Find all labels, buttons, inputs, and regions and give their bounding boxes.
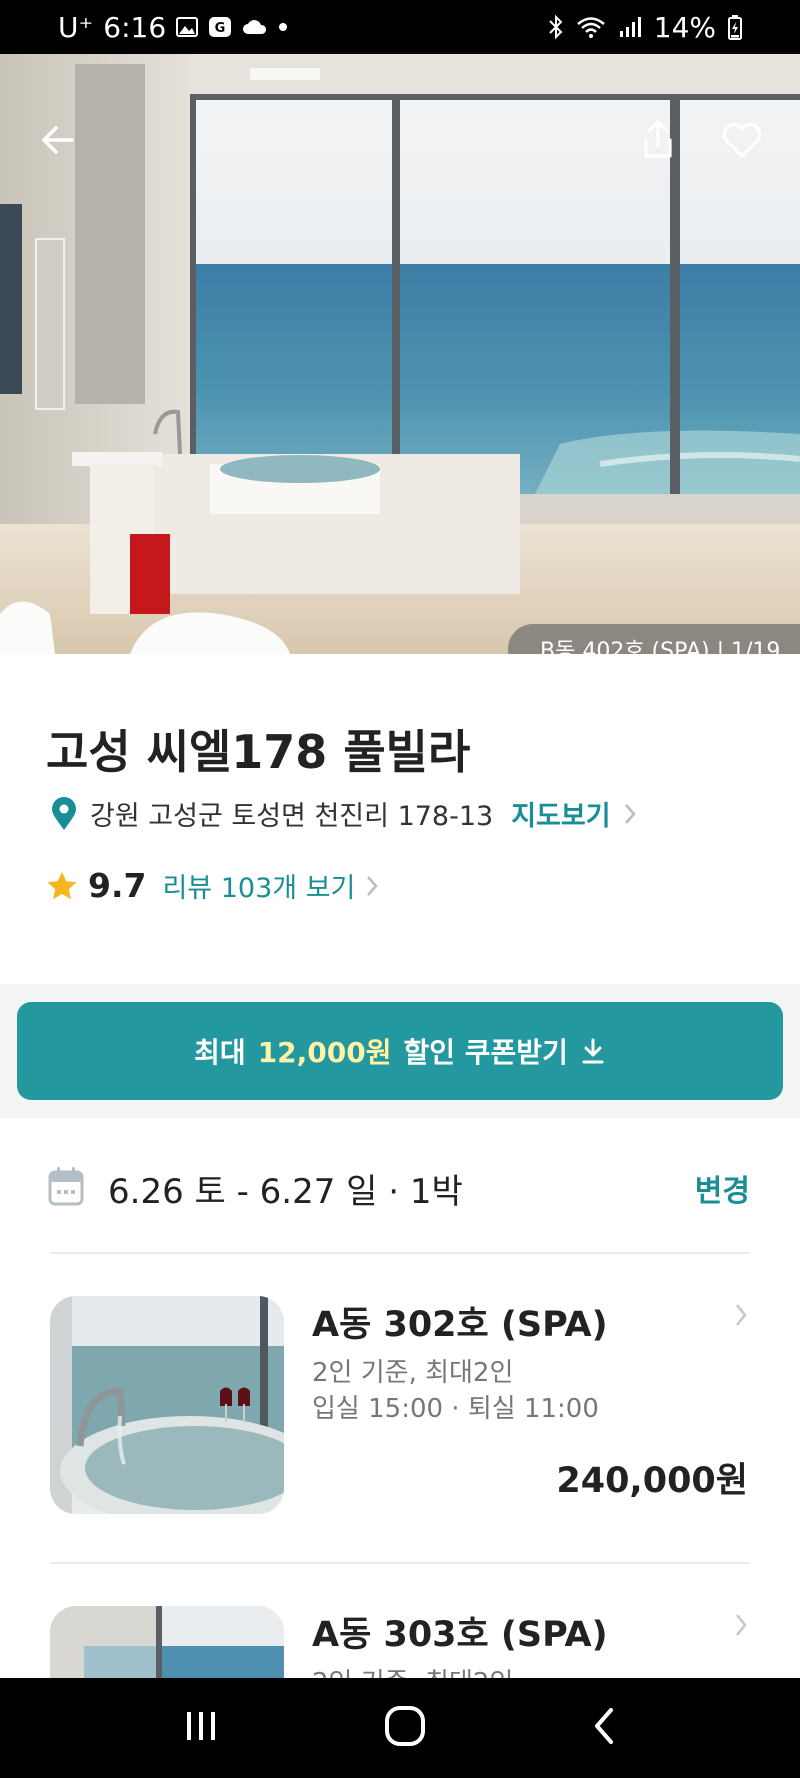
home-button[interactable]	[383, 1704, 427, 1752]
divider	[50, 1252, 750, 1254]
dot-indicator-icon	[278, 22, 288, 32]
map-link[interactable]: 지도보기	[511, 794, 610, 833]
photo-caption-badge: B동 402호 (SPA) | 1/19	[508, 624, 800, 654]
room-thumbnail	[50, 1606, 284, 1678]
room-capacity: 2인 기준, 최대2인	[312, 1662, 513, 1678]
coupon-suffix: 할인 쿠폰받기	[403, 1036, 568, 1069]
room-thumbnail-image	[50, 1606, 284, 1678]
chevron-left-icon	[595, 1708, 613, 1744]
chevron-right-icon	[736, 1304, 747, 1326]
rating-score: 9.7	[88, 866, 147, 905]
system-back-button[interactable]	[589, 1706, 619, 1750]
arrow-left-icon	[42, 126, 74, 154]
property-info: 고성 씨엘178 풀빌라 강원 고성군 토성면 천진리 178-13 지도보기 …	[0, 654, 800, 984]
calendar-icon	[48, 1167, 84, 1206]
change-dates-button[interactable]: 변경	[695, 1166, 750, 1210]
coupon-prefix: 최대	[194, 1036, 246, 1069]
coupon-section: 최대 12,000원 할인 쿠폰받기	[0, 984, 800, 1118]
svg-text:G: G	[215, 21, 226, 36]
clock: 6:16	[103, 10, 167, 44]
divider	[50, 1562, 750, 1564]
download-icon	[582, 1038, 604, 1064]
address-text: 강원 고성군 토성면 천진리 178-13	[90, 801, 494, 832]
favorite-button[interactable]	[714, 112, 770, 168]
room-thumbnail	[50, 1296, 284, 1514]
coupon-amount: 12,000원	[257, 1036, 392, 1069]
room-card[interactable]: A동 302호 (SPA) 2인 기준, 최대2인 입실 15:00 · 퇴실 …	[0, 1256, 800, 1556]
room-name: A동 303호 (SPA)	[312, 1615, 608, 1655]
stay-dates-row: 6.26 토 - 6.27 일 · 1박 변경	[0, 1118, 800, 1254]
app-notification-icon: G	[208, 16, 232, 38]
chevron-right-icon	[736, 1614, 747, 1636]
photo-caption: B동 402호 (SPA) | 1/19	[540, 639, 781, 654]
room-thumbnail-image	[50, 1296, 284, 1514]
review-link[interactable]: 리뷰 103개 보기	[162, 866, 355, 905]
signal-icon	[618, 15, 642, 39]
share-icon	[644, 120, 672, 158]
wifi-icon	[576, 15, 606, 39]
stay-dates: 6.26 토 - 6.27 일 · 1박	[108, 1172, 463, 1212]
room-card[interactable]: A동 303호 (SPA) 2인 기준, 최대2인	[0, 1566, 800, 1678]
chevron-right-icon	[624, 803, 636, 824]
property-title: 고성 씨엘178 풀빌라	[46, 725, 471, 779]
cloud-icon	[242, 18, 268, 36]
rating-row: 9.7 리뷰 103개 보기	[46, 866, 379, 905]
room-capacity: 2인 기준, 최대2인	[312, 1358, 514, 1388]
hero-photo[interactable]: B동 402호 (SPA) | 1/19	[0, 54, 800, 654]
room-price: 240,000원	[556, 1461, 748, 1501]
room-checkin-times: 입실 15:00 · 퇴실 11:00	[312, 1394, 599, 1424]
status-bar: U⁺ 6:16 G 14%	[0, 0, 800, 54]
gallery-icon	[176, 17, 199, 37]
home-icon	[385, 1706, 425, 1746]
recent-apps-button[interactable]	[181, 1708, 221, 1748]
heart-icon	[722, 123, 762, 158]
address-row: 강원 고성군 토성면 천진리 178-13 지도보기	[50, 794, 637, 833]
system-navigation-bar	[0, 1678, 800, 1778]
star-icon	[47, 871, 77, 899]
share-button[interactable]	[630, 112, 686, 168]
battery-percent: 14%	[653, 10, 716, 44]
coupon-download-button[interactable]: 최대 12,000원 할인 쿠폰받기	[17, 1002, 783, 1100]
carrier-label: U⁺	[58, 10, 94, 44]
recent-apps-icon	[187, 1712, 215, 1740]
chevron-right-icon	[367, 875, 379, 896]
bluetooth-icon	[548, 14, 564, 40]
room-name: A동 302호 (SPA)	[312, 1305, 608, 1345]
back-button[interactable]	[30, 112, 86, 168]
location-pin-icon	[52, 796, 76, 830]
battery-charging-icon	[728, 14, 742, 40]
